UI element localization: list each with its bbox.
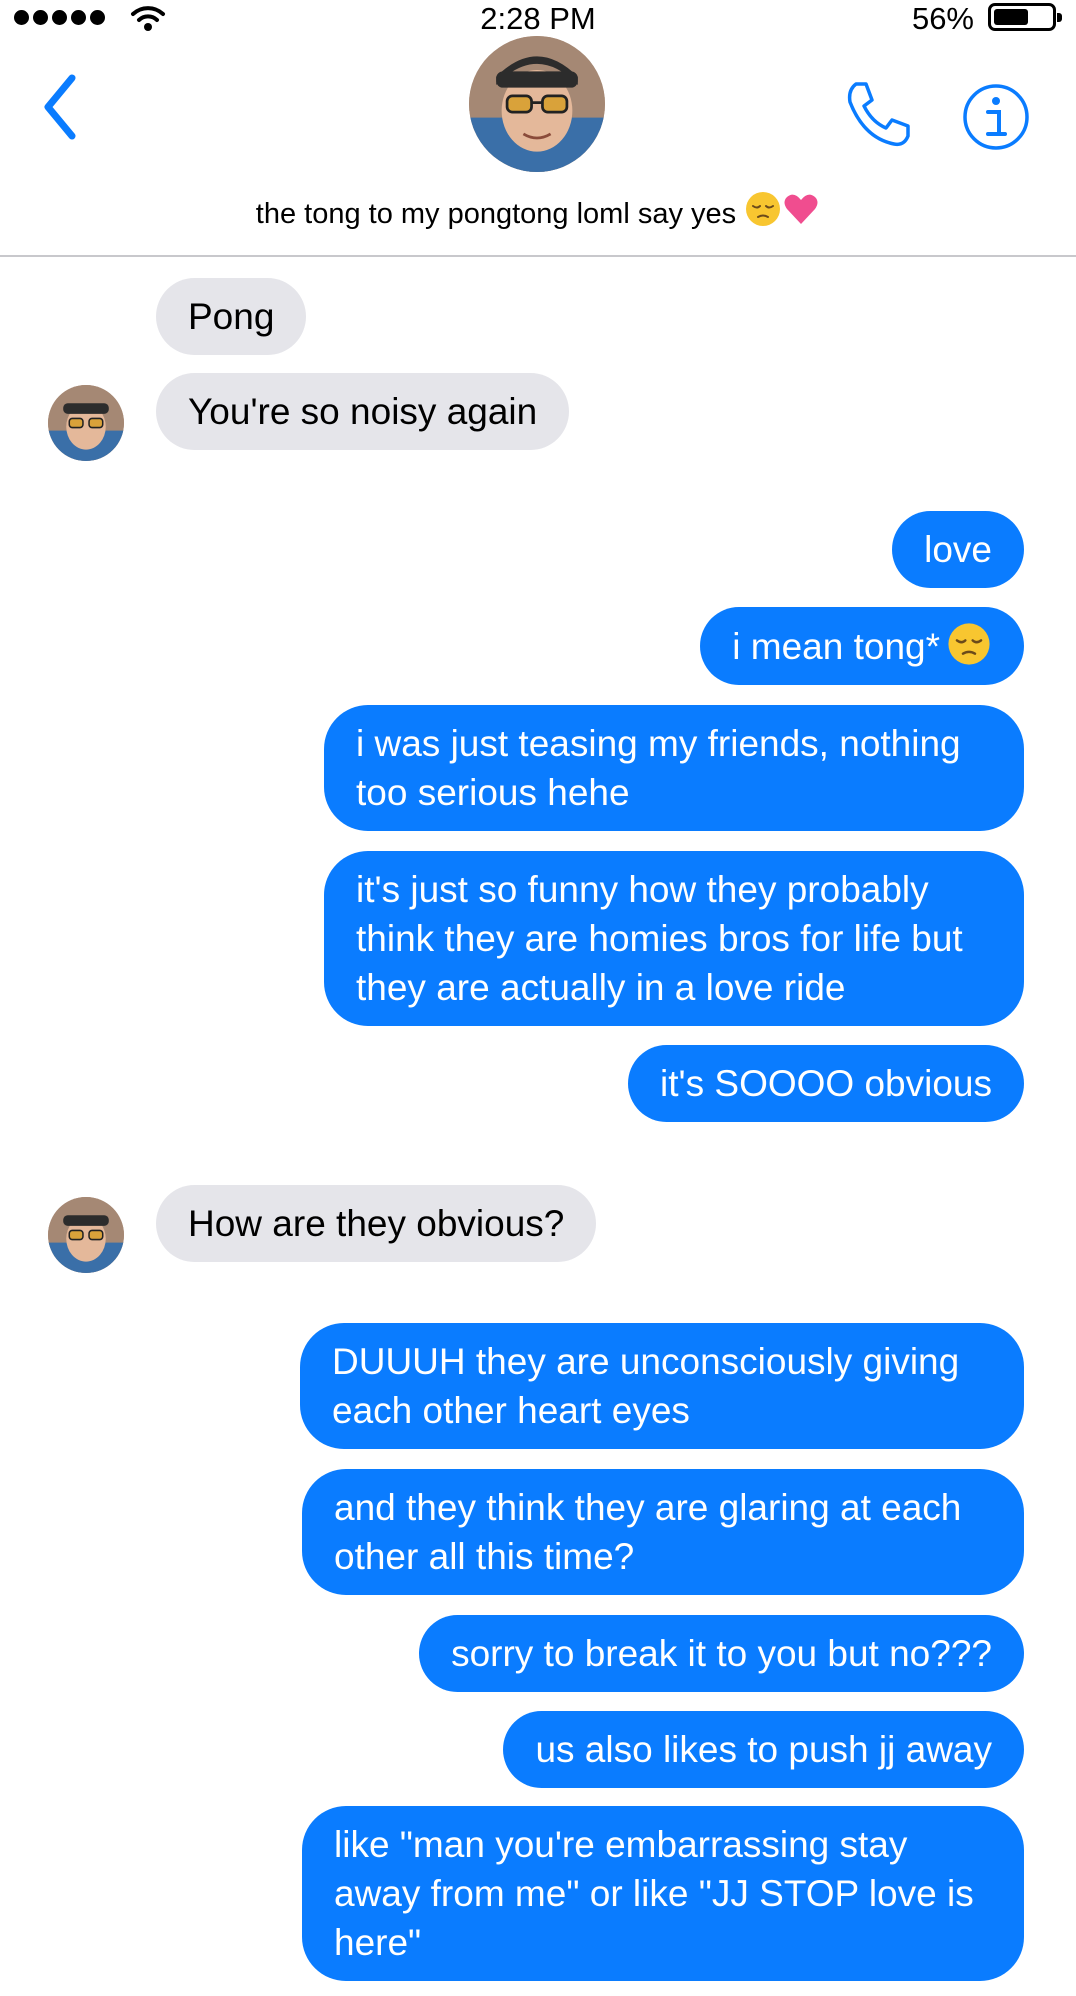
- outgoing-message[interactable]: it's just so funny how they probably thi…: [324, 851, 1024, 1026]
- outgoing-message[interactable]: DUUUH they are unconsciously giving each…: [300, 1323, 1024, 1449]
- message-text: Pong: [188, 296, 275, 337]
- contact-name[interactable]: the tong to my pongtong loml say yes: [0, 190, 1076, 231]
- info-icon[interactable]: [961, 82, 1031, 152]
- battery-percent: 56%: [911, 1, 974, 36]
- message-text: like "man you're embarrassing stay away …: [334, 1824, 974, 1963]
- message-text: i was just teasing my friends, nothing t…: [356, 723, 961, 813]
- header-divider: [0, 255, 1076, 257]
- chevron-left-icon[interactable]: [40, 72, 80, 142]
- outgoing-message[interactable]: i was just teasing my friends, nothing t…: [324, 705, 1024, 831]
- contact-avatar[interactable]: [469, 36, 605, 172]
- message-text: and they think they are glaring at each …: [334, 1487, 962, 1577]
- incoming-message[interactable]: How are they obvious?: [156, 1185, 597, 1262]
- message-text: How are they obvious?: [188, 1203, 565, 1244]
- message-text: it's SOOOO obvious: [660, 1063, 992, 1104]
- phone-icon[interactable]: [842, 78, 914, 150]
- outgoing-message[interactable]: i mean tong*: [700, 607, 1024, 685]
- outgoing-message[interactable]: and they think they are glaring at each …: [302, 1469, 1024, 1595]
- outgoing-message[interactable]: it's SOOOO obvious: [628, 1045, 1024, 1122]
- contact-avatar-small[interactable]: [48, 385, 124, 461]
- pensive-face-icon: [746, 192, 781, 226]
- heart-icon: [784, 194, 818, 224]
- message-text: i mean tong*: [732, 626, 940, 667]
- outgoing-message[interactable]: us also likes to push jj away: [503, 1711, 1024, 1788]
- message-text: love: [924, 529, 992, 570]
- contact-avatar-small[interactable]: [48, 1197, 124, 1273]
- contact-name-text: the tong to my pongtong loml say yes: [255, 198, 737, 230]
- outgoing-message[interactable]: like "man you're embarrassing stay away …: [302, 1806, 1024, 1981]
- battery-icon: [988, 3, 1062, 31]
- pensive-face-icon: [948, 623, 990, 665]
- message-text: us also likes to push jj away: [535, 1729, 992, 1770]
- message-text: sorry to break it to you but no???: [451, 1633, 992, 1674]
- incoming-message[interactable]: You're so noisy again: [156, 373, 570, 450]
- outgoing-message[interactable]: love: [892, 511, 1024, 588]
- message-text: it's just so funny how they probably thi…: [356, 869, 963, 1008]
- incoming-message[interactable]: Pong: [156, 278, 307, 355]
- outgoing-message[interactable]: sorry to break it to you but no???: [419, 1615, 1024, 1692]
- message-text: You're so noisy again: [188, 391, 538, 432]
- status-bar: 2:28 PM 56%: [0, 0, 1076, 36]
- message-text: DUUUH they are unconsciously giving each…: [332, 1341, 960, 1431]
